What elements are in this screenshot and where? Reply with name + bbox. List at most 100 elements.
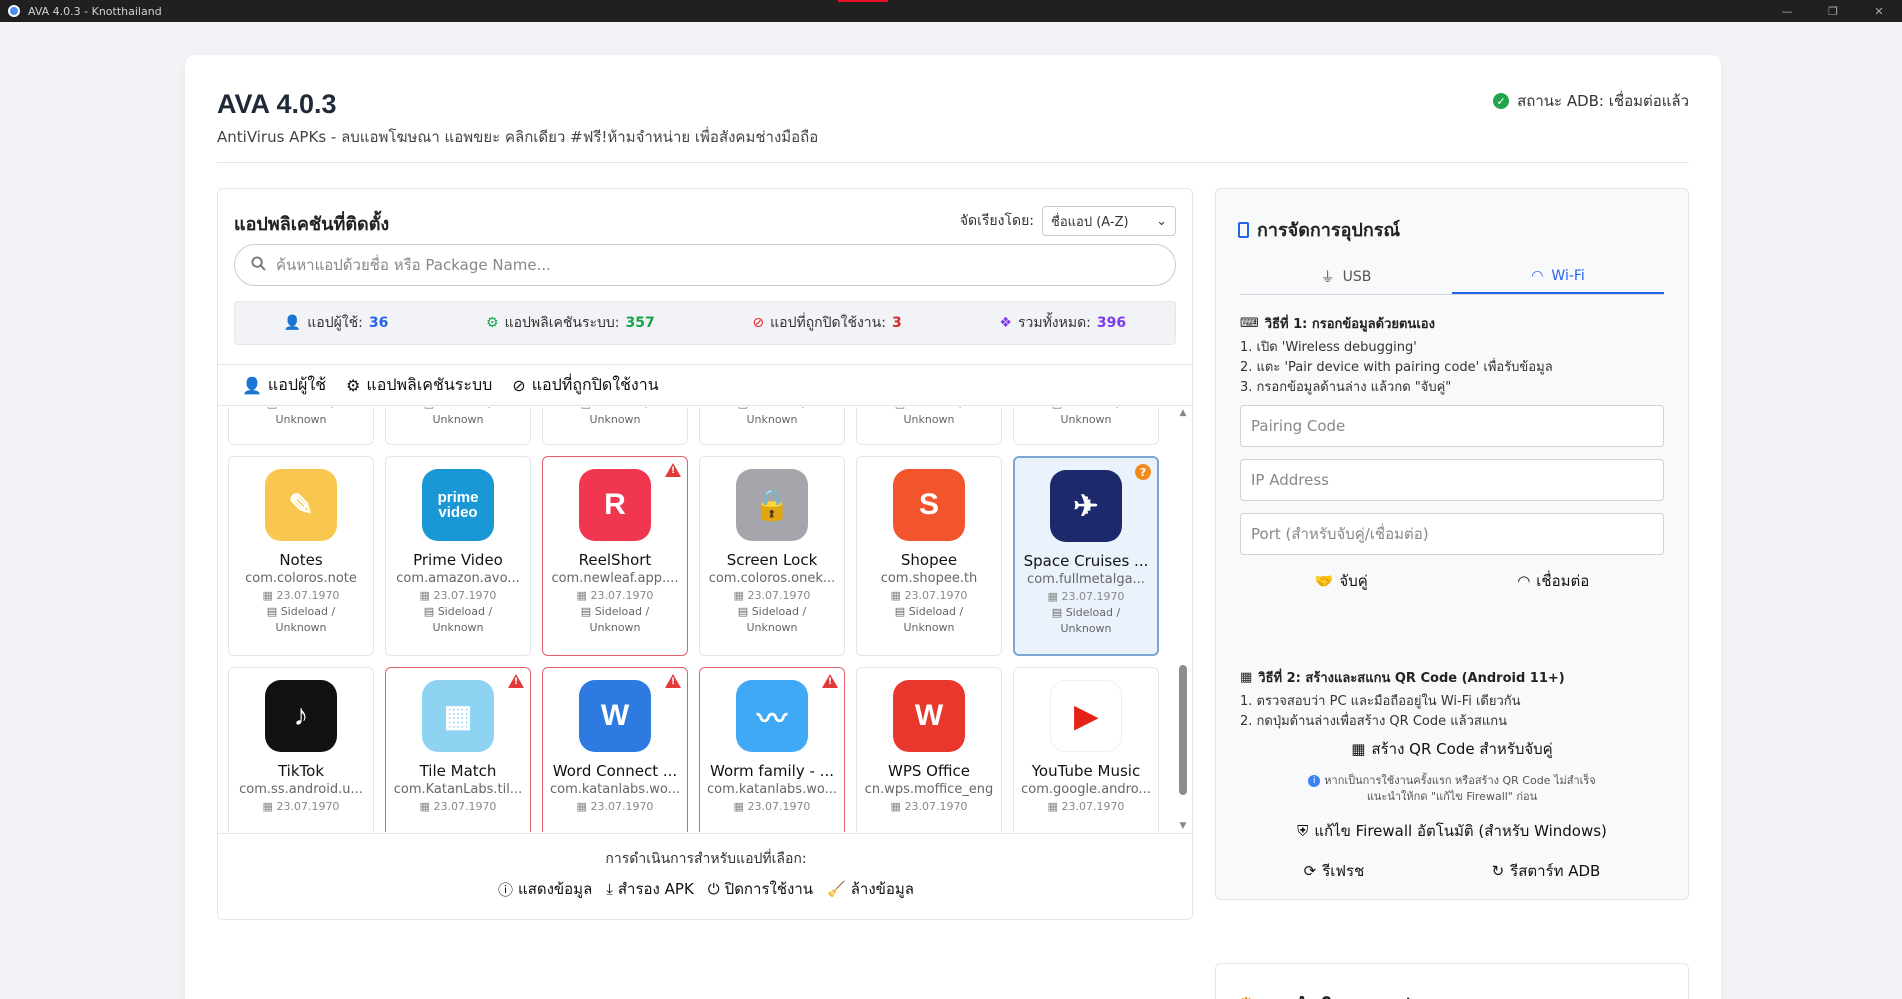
app-tile[interactable]: ! 〰 Worm family - ... com.katanlabs.wo... ▦ … [699,667,845,832]
backup-apk-button[interactable]: ⤓ สำรอง APK [606,877,694,901]
app-date: 23.07.1970 [747,589,811,602]
disable-button[interactable]: ⏻ ปิดการใช้งาน [708,877,813,901]
app-source: Sideload / [909,407,964,410]
refresh-icon: ⟳ [1303,862,1317,880]
app-date: 23.07.1970 [433,800,497,813]
prime-video-icon: prime video [422,469,494,541]
field-placeholder: Port (สำหรับจับคู่/เชื่อมต่อ) [1251,525,1429,543]
app-package: com.shopee.th [880,571,978,586]
app-tile[interactable]: prime video Prime Video com.amazon.avo... ▦… [385,456,531,656]
app-tile[interactable]: ♪ TikTok com.ss.android.u... ▦ 23.07.1970 [228,667,374,832]
button-label: สร้าง QR Code สำหรับจับคู่ [1371,740,1553,758]
method-2-title: วิธีที่ 2: สร้างและสแกน QR Code (Android… [1258,671,1565,686]
app-tile[interactable]: 🔒 Screen Lock com.coloros.onek... ▦ 23.07.1… [699,456,845,656]
tab-usb[interactable]: ⏚ USB [1240,259,1452,294]
app-source: Unknown [903,413,955,426]
app-package: com.KatanLabs.til... [393,782,523,797]
app-tile[interactable]: ▤ Sideload / Unknown [699,407,845,445]
method-1-step: 3. กรอกข้อมูลด้านล่าง แล้วกด "จับคู่" [1240,380,1452,395]
app-tile[interactable]: ! ▦ Tile Match com.KatanLabs.til... ▦ 23.07.… [385,667,531,832]
app-tile[interactable]: ? ✈ Space Cruises ... com.fullmetalga... ▦ 2… [1013,456,1159,656]
app-grid: ▤ Sideload /Unknown▤ Sideload /Unknown▤ … [218,407,1192,832]
show-info-button[interactable]: ⓘ แสดงข้อมูล [498,877,592,901]
app-name: Screen Lock [726,551,818,569]
app-source: Unknown [432,413,484,426]
refresh-button[interactable]: ⟳ รีเฟรช [1304,859,1365,883]
maximize-button[interactable]: ❐ [1810,0,1856,22]
app-source: Sideload / [751,605,807,618]
broom-icon: 🧹 [827,880,846,898]
calendar-icon: ▦ [733,800,744,813]
scroll-thumb[interactable] [1179,665,1187,795]
method-1-step: 1. เปิด 'Wireless debugging' [1240,340,1417,355]
app-date: 23.07.1970 [433,589,497,602]
method-1-step: 2. แตะ 'Pair device with pairing code' เ… [1240,360,1553,375]
search-input[interactable]: ค้นหาแอปด้วยชื่อ หรือ Package Name... [234,244,1176,286]
clear-data-button[interactable]: 🧹 ล้างข้อมูล [827,877,914,901]
calendar-icon: ▦ [262,589,273,602]
calendar-icon: ▦ [1047,800,1058,813]
app-tile[interactable]: ▤ Sideload / Unknown [385,407,531,445]
tab-user-apps[interactable]: 👤 แอปผู้ใช้ [242,373,326,398]
user-icon: 👤 [242,375,262,395]
app-tile[interactable]: ! R ReelShort com.newleaf.app.... ▦ 23.07.19… [542,456,688,656]
app-source: Sideload / [1065,606,1121,619]
sort-select[interactable]: ชื่อแอป (A-Z) ⌄ [1042,206,1176,236]
button-label: จับคู่ [1339,572,1368,590]
app-tile[interactable]: ▶ YouTube Music com.google.andro... ▦ 23.07… [1013,667,1159,832]
app-source: Unknown [275,621,327,634]
stat-total-label: รวมทั้งหมด: [1017,315,1091,331]
method-1-title: วิธีที่ 1: กรอกข้อมูลด้วยตนเอง [1264,317,1435,332]
app-date: 23.07.1970 [747,800,811,813]
tab-disabled-apps[interactable]: ⊘ แอปที่ถูกปิดใช้งาน [512,373,658,398]
firewall-hint: i หากเป็นการใช้งานครั้งแรก หรือสร้าง QR C… [1240,773,1664,805]
connect-button[interactable]: ◠ เชื่อมต่อ [1517,569,1589,593]
handshake-icon: 🤝 [1314,572,1334,590]
app-package: com.amazon.avo... [396,571,520,586]
method-1: ⌨ วิธีที่ 1: กรอกข้อมูลด้วยตนเอง 1. เปิด … [1240,313,1553,398]
tab-wifi[interactable]: ◠ Wi-Fi [1452,259,1664,294]
app-source: Sideload / [280,605,336,618]
stat-user-label: แอปผู้ใช้: [307,315,363,331]
box-icon: ▤ [1051,606,1063,619]
app-tile[interactable]: ▤ Sideload / Unknown [228,407,374,445]
notes-icon: ✎ [265,469,337,541]
restart-adb-button[interactable]: ↻ รีสตาร์ท ADB [1492,859,1601,883]
app-source: Unknown [903,621,955,634]
reelshort-icon: R [579,469,651,541]
app-tile[interactable]: W WPS Office cn.wps.moffice_eng ▦ 23.07.197… [856,667,1002,832]
wifi-icon: ◠ [1517,572,1531,590]
app-tile[interactable]: ▤ Sideload / Unknown [542,407,688,445]
close-button[interactable]: ✕ [1856,0,1902,22]
app-tile[interactable]: ! W Word Connect ... com.katanlabs.wo... ▦ 2… [542,667,688,832]
pairing-code-field[interactable]: Pairing Code [1240,405,1664,447]
grid-scrollbar[interactable]: ▲ ▼ [1176,407,1190,832]
qrcode-icon: ▦ [1240,670,1253,685]
app-tile[interactable]: ▤ Sideload / Unknown [856,407,1002,445]
app-tile[interactable]: S Shopee com.shopee.th ▦ 23.07.1970 ▤ Sidelo… [856,456,1002,656]
scroll-up-icon[interactable]: ▲ [1176,407,1190,419]
button-label: ปิดการใช้งาน [724,880,814,898]
screen-lock-icon: 🔒 [736,469,808,541]
stat-total-count: 396 [1096,315,1127,331]
create-qr-button[interactable]: ▦ สร้าง QR Code สำหรับจับคู่ [1240,737,1664,761]
pair-button[interactable]: 🤝 จับคู่ [1315,569,1368,593]
app-tile[interactable]: ✎ Notes com.coloros.note ▦ 23.07.1970 ▤ Side… [228,456,374,656]
hint-line: หากเป็นการใช้งานครั้งแรก หรือสร้าง QR Co… [1324,774,1596,787]
device-panel-header: การจัดการอุปกรณ์ [1238,215,1400,244]
ip-address-field[interactable]: IP Address [1240,459,1664,501]
app-date: 23.07.1970 [276,589,340,602]
fix-firewall-button[interactable]: ⛨ แก้ไข Firewall อัตโนมัติ (สำหรับ Window… [1240,819,1664,843]
tab-system-apps[interactable]: ⚙ แอปพลิเคชันระบบ [346,373,492,398]
button-label: แสดงข้อมูล [518,880,593,898]
app-date: 23.07.1970 [590,589,654,602]
scroll-down-icon[interactable]: ▼ [1176,820,1190,832]
stat-system-label: แอปพลิเคชันระบบ: [504,315,620,331]
app-source: Sideload / [594,605,650,618]
qrcode-icon: ▦ [1351,740,1366,758]
sort-value: ชื่อแอป (A-Z) [1051,214,1129,230]
info-icon: ⓘ [498,880,514,899]
app-tile[interactable]: ▤ Sideload / Unknown [1013,407,1159,445]
minimize-button[interactable]: — [1764,0,1810,22]
port-field[interactable]: Port (สำหรับจับคู่/เชื่อมต่อ) [1240,513,1664,555]
